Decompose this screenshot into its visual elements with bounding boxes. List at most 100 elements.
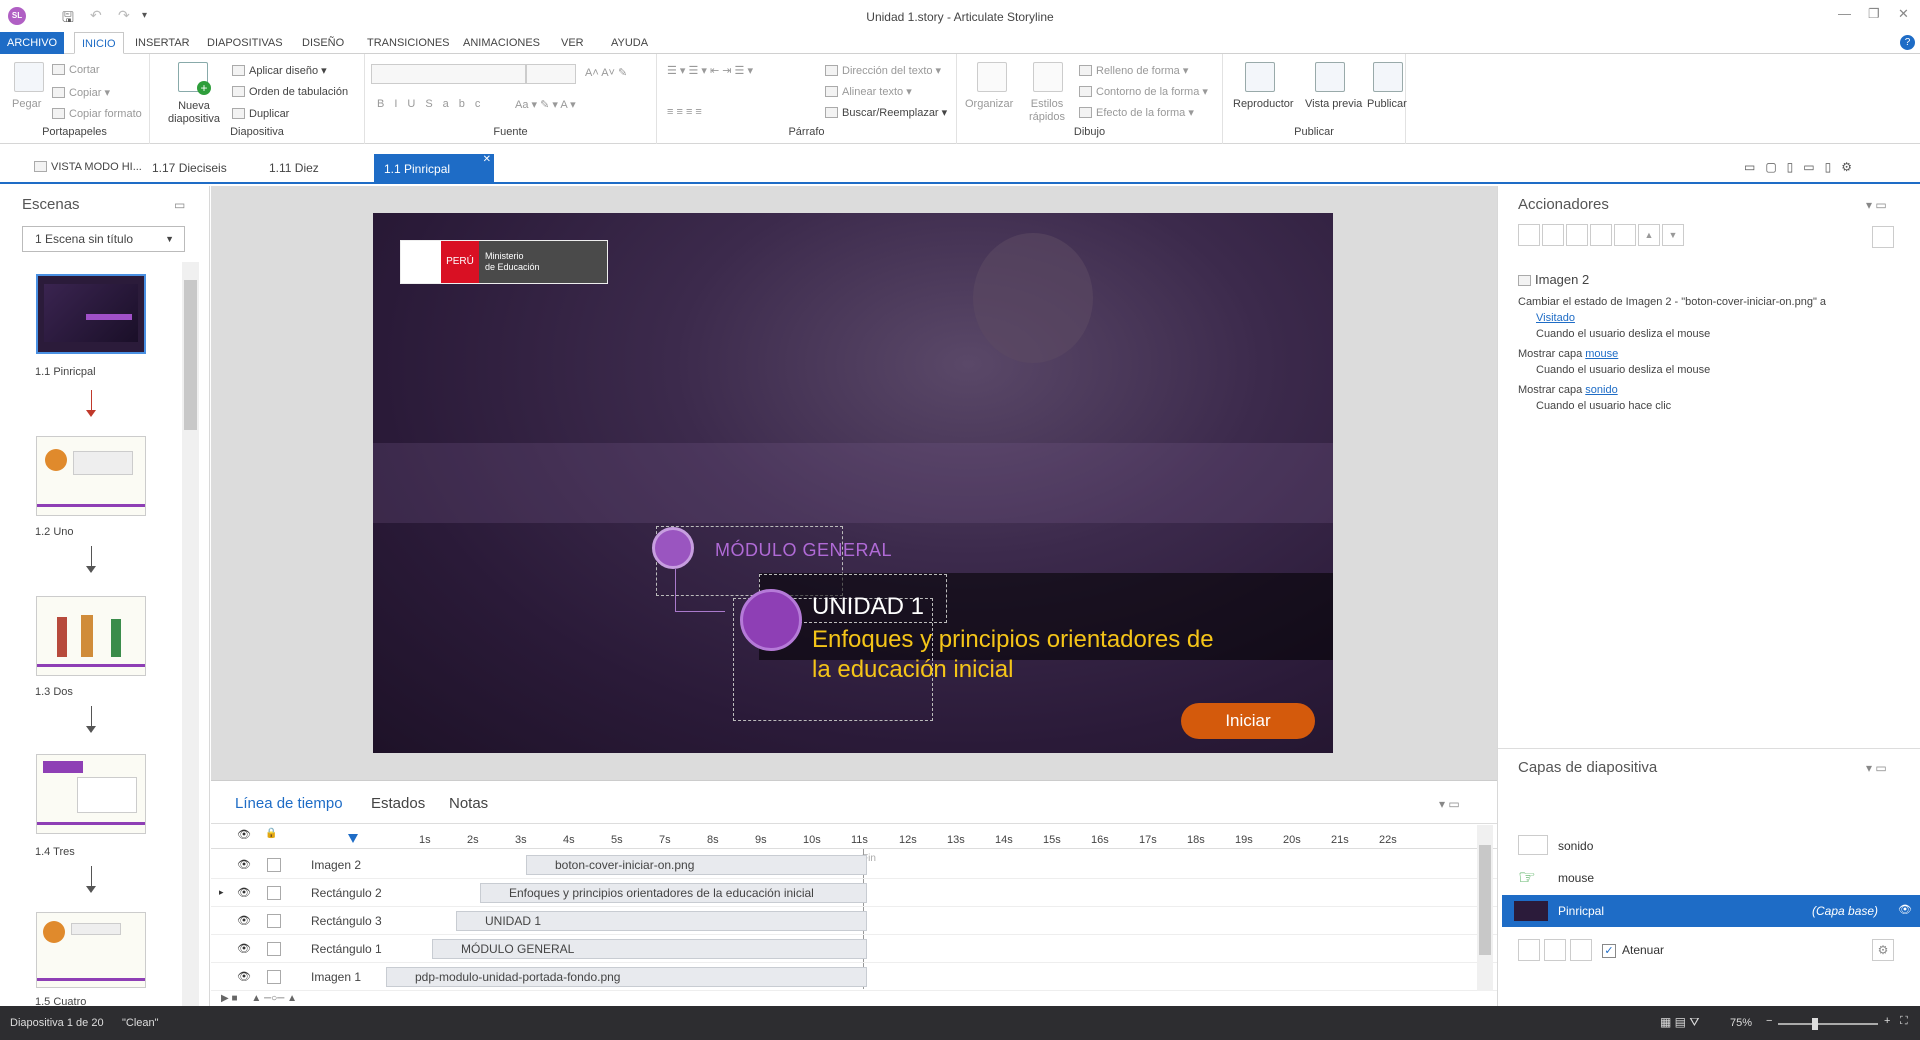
tab-notes[interactable]: Notas (449, 795, 488, 812)
trigger-action[interactable]: Mostrar capa mouse (1518, 348, 1618, 360)
shape-effect-button[interactable]: Efecto de la forma ▾ (1079, 106, 1194, 119)
scrollbar[interactable] (182, 262, 199, 1006)
eye-icon[interactable]: 👁 (237, 914, 251, 927)
lock-checkbox[interactable] (267, 858, 281, 872)
font-family-select[interactable] (371, 64, 526, 84)
font-case-icon[interactable]: Aa ▾ ✎ ▾ A ▾ (515, 98, 576, 111)
quick-styles-button[interactable]: Estilos rápidos (1025, 98, 1069, 124)
lock-checkbox[interactable] (267, 914, 281, 928)
timeline-row[interactable]: ▸ 👁 Rectángulo 2 Enfoques y principios o… (211, 879, 1501, 907)
player-button[interactable]: Reproductor (1233, 98, 1294, 110)
tab-ayuda[interactable]: AYUDA (604, 32, 655, 54)
lock-checkbox[interactable] (267, 886, 281, 900)
layer-item[interactable]: Pinricpal (Capa base) 👁 (1502, 895, 1920, 927)
eye-icon[interactable]: 👁 (237, 942, 251, 955)
doc-tab-dieciseis[interactable]: 1.17 Dieciseis (152, 161, 227, 175)
iniciar-button[interactable]: Iniciar (1181, 703, 1315, 739)
dim-checkbox[interactable]: ✓ (1602, 944, 1616, 958)
close-tab-icon[interactable]: ✕ (483, 145, 491, 175)
zoom-out-icon[interactable]: − (1766, 1015, 1772, 1027)
help-icon[interactable]: ? (1900, 35, 1915, 50)
eye-icon[interactable]: 👁 (237, 828, 251, 841)
scrollbar-thumb[interactable] (184, 280, 197, 430)
eye-icon[interactable]: 👁 (1898, 903, 1912, 916)
panel-options-icon[interactable]: ▾ ▭ (1439, 797, 1460, 811)
timeline-row[interactable]: 👁 Imagen 1 pdp-modulo-unidad-portada-fon… (211, 963, 1501, 991)
lock-icon[interactable]: 🔒 (265, 828, 277, 839)
duplicate-button[interactable]: Duplicar (232, 108, 289, 120)
timeline-row[interactable]: 👁 Rectángulo 1 MÓDULO GENERAL (211, 935, 1501, 963)
trigger-link[interactable]: Visitado (1536, 312, 1575, 324)
view-mode-icons[interactable]: ▦ ▤ ⛛ (1660, 1015, 1699, 1030)
tab-order-button[interactable]: Orden de tabulación (232, 86, 348, 98)
timeline-row[interactable]: 👁 Rectángulo 3 UNIDAD 1 (211, 907, 1501, 935)
new-trigger-icon[interactable] (1518, 224, 1540, 246)
timeline-bar[interactable]: UNIDAD 1 (456, 911, 867, 931)
organize-button[interactable]: Organizar (965, 98, 1013, 110)
copy-button[interactable]: Copiar ▾ (52, 86, 110, 99)
trigger-link[interactable]: mouse (1585, 348, 1618, 360)
layer-item[interactable]: ☞ mouse (1502, 863, 1920, 895)
shape-fill-button[interactable]: Relleno de forma ▾ (1079, 64, 1188, 77)
grow-font-icon[interactable]: A˄ A˅ ✎ (585, 66, 627, 79)
format-painter-button[interactable]: Copiar formato (52, 108, 142, 120)
copy-trigger-icon[interactable] (1566, 224, 1588, 246)
trigger-action[interactable]: Cambiar el estado de Imagen 2 - "boton-c… (1518, 296, 1826, 308)
layer-settings-icon[interactable]: ⚙ (1872, 939, 1894, 961)
trigger-action[interactable]: Mostrar capa sonido (1518, 384, 1618, 396)
expand-icon[interactable]: ▸ (219, 887, 224, 898)
scene-dropdown[interactable]: 1 Escena sin título ▼ (22, 226, 185, 252)
tab-insertar[interactable]: INSERTAR (128, 32, 197, 54)
new-slide-button[interactable]: Nueva diapositiva (162, 100, 226, 126)
variables-icon[interactable] (1872, 226, 1894, 248)
playhead-icon[interactable] (348, 834, 358, 843)
new-layer-icon[interactable] (1518, 939, 1540, 961)
tab-states[interactable]: Estados (371, 795, 425, 812)
timeline-bar[interactable]: boton-cover-iniciar-on.png (526, 855, 867, 875)
lock-checkbox[interactable] (267, 942, 281, 956)
layer-item[interactable]: sonido (1502, 831, 1920, 863)
scrollbar-thumb[interactable] (1479, 845, 1491, 955)
edit-trigger-icon[interactable] (1542, 224, 1564, 246)
timeline-scrollbar[interactable] (1477, 825, 1493, 991)
collapse-panel-icon[interactable]: ▭ (174, 198, 185, 212)
eye-icon[interactable]: 👁 (237, 886, 251, 899)
move-down-icon[interactable]: ▼ (1662, 224, 1684, 246)
tab-archivo[interactable]: ARCHIVO (0, 32, 64, 54)
slide-thumbnail[interactable] (36, 436, 146, 516)
timeline-bar[interactable]: Enfoques y principios orientadores de la… (480, 883, 867, 903)
zoom-in-icon[interactable]: + (1884, 1015, 1890, 1027)
text-direction-button[interactable]: Dirección del texto ▾ (825, 64, 941, 77)
minimize-icon[interactable]: — (1838, 6, 1851, 21)
tab-diseno[interactable]: DISEÑO (295, 32, 351, 54)
align-text-button[interactable]: Alinear texto ▾ (825, 85, 912, 98)
doc-tab-diez[interactable]: 1.11 Diez (269, 161, 319, 175)
publish-button[interactable]: Publicar (1367, 98, 1407, 110)
slide-thumbnail[interactable] (36, 912, 146, 988)
eye-icon[interactable]: 👁 (237, 970, 251, 983)
zoom-slider[interactable] (1778, 1018, 1878, 1030)
paste-trigger-icon[interactable] (1590, 224, 1612, 246)
tab-diapositivas[interactable]: DIAPOSITIVAS (200, 32, 290, 54)
delete-layer-icon[interactable] (1570, 939, 1592, 961)
lock-checkbox[interactable] (267, 970, 281, 984)
slide-thumbnail[interactable] (36, 274, 146, 354)
play-controls-icon[interactable]: ▶ ■ ▲ ─○─ ▲ (221, 993, 297, 1004)
move-up-icon[interactable]: ▲ (1638, 224, 1660, 246)
paste-button[interactable]: Pegar (12, 98, 41, 110)
dim-option[interactable]: ✓ Atenuar (1602, 943, 1664, 958)
trigger-object[interactable]: Imagen 2 (1518, 272, 1589, 287)
trigger-link[interactable]: sonido (1585, 384, 1617, 396)
tab-transiciones[interactable]: TRANSICIONES (360, 32, 457, 54)
alignment-icons[interactable]: ≡ ≡ ≡ ≡ (667, 106, 702, 118)
slide-thumbnail[interactable] (36, 754, 146, 834)
panel-options-icon[interactable]: ▾ ▭ (1866, 198, 1887, 212)
tab-timeline[interactable]: Línea de tiempo (235, 795, 343, 812)
tab-inicio[interactable]: INICIO (74, 32, 124, 54)
eye-icon[interactable]: 👁 (237, 858, 251, 871)
timeline-bar[interactable]: MÓDULO GENERAL (432, 939, 867, 959)
slide-thumbnail[interactable] (36, 596, 146, 676)
delete-trigger-icon[interactable] (1614, 224, 1636, 246)
duplicate-layer-icon[interactable] (1544, 939, 1566, 961)
fit-window-icon[interactable]: ⛶ (1900, 1015, 1908, 1028)
